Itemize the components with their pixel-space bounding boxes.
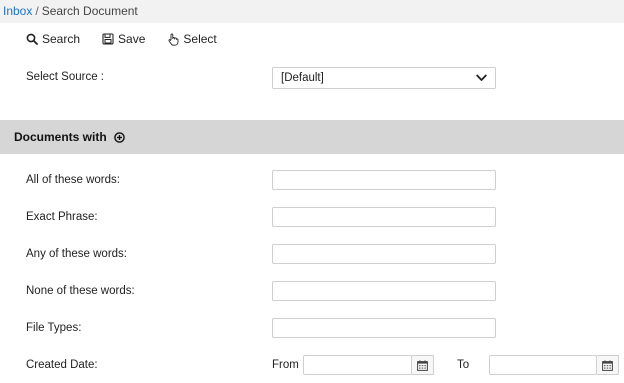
none-words-label: None of these words: <box>26 285 135 297</box>
any-words-input[interactable] <box>272 244 496 264</box>
exact-phrase-input[interactable] <box>272 207 496 227</box>
all-words-input[interactable] <box>272 170 496 190</box>
search-button-label: Search <box>42 32 81 46</box>
toolbar: Search Save Select <box>26 31 239 47</box>
save-button[interactable]: Save <box>102 32 145 46</box>
expand-section-button[interactable] <box>113 131 125 143</box>
date-to-label: To <box>457 359 470 371</box>
breadcrumb-inbox-link[interactable]: Inbox <box>3 4 32 18</box>
save-button-label: Save <box>118 32 146 46</box>
breadcrumb-separator: / <box>35 4 39 18</box>
source-select[interactable]: [Default] <box>272 67 496 89</box>
any-words-label: Any of these words: <box>26 248 127 260</box>
search-button[interactable]: Search <box>26 32 80 46</box>
file-types-input[interactable] <box>272 318 496 338</box>
none-words-input[interactable] <box>272 281 496 301</box>
source-select-value: [Default] <box>281 72 324 84</box>
created-date-label: Created Date: <box>26 359 98 371</box>
file-types-label: File Types: <box>26 322 82 334</box>
select-button[interactable]: Select <box>167 32 217 46</box>
exact-phrase-label: Exact Phrase: <box>26 211 98 223</box>
calendar-icon <box>417 359 428 371</box>
search-icon <box>26 33 38 45</box>
date-from-input[interactable] <box>303 355 412 375</box>
circle-plus-icon <box>113 131 125 143</box>
date-from-label: From <box>272 359 299 371</box>
date-to-input[interactable] <box>489 355 597 375</box>
all-words-label: All of these words: <box>26 174 120 186</box>
documents-with-header: Documents with <box>0 120 624 154</box>
section-title: Documents with <box>14 130 107 144</box>
breadcrumb-current: Search Document <box>41 4 138 18</box>
chevron-down-icon <box>476 74 487 81</box>
calendar-icon <box>602 359 613 371</box>
date-from-calendar-button[interactable] <box>412 355 434 375</box>
select-button-label: Select <box>183 32 217 46</box>
select-source-label: Select Source : <box>26 71 104 83</box>
save-icon <box>102 33 114 45</box>
pointer-hand-icon <box>168 32 179 46</box>
breadcrumb: Inbox / Search Document <box>0 0 624 23</box>
date-to-calendar-button[interactable] <box>597 355 619 375</box>
